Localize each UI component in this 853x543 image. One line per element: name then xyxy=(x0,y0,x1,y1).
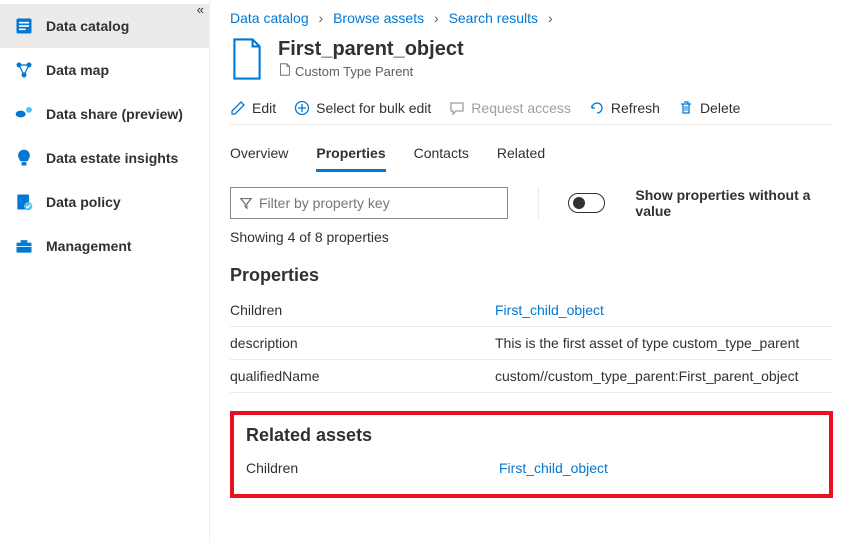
sidebar-item-data-estate-insights[interactable]: Data estate insights xyxy=(0,136,209,180)
document-icon xyxy=(230,38,264,80)
breadcrumb-link[interactable]: Data catalog xyxy=(230,10,309,26)
asset-title: First_parent_object xyxy=(278,38,464,61)
sidebar-item-label: Data policy xyxy=(46,194,121,210)
toggle-knob xyxy=(573,197,585,209)
chevron-right-icon: › xyxy=(434,10,439,26)
breadcrumb: Data catalog › Browse assets › Search re… xyxy=(230,8,833,38)
sidebar-item-label: Data map xyxy=(46,62,109,78)
breadcrumb-link[interactable]: Browse assets xyxy=(333,10,424,26)
collapse-sidebar-button[interactable]: « xyxy=(197,2,201,17)
showing-count: Showing 4 of 8 properties xyxy=(230,229,833,245)
subtype-icon xyxy=(278,63,291,79)
sidebar-item-data-catalog[interactable]: Data catalog xyxy=(0,4,209,48)
edit-button[interactable]: Edit xyxy=(230,100,276,116)
share-icon xyxy=(14,104,34,124)
sidebar-item-label: Data estate insights xyxy=(46,150,178,166)
related-key: Children xyxy=(246,460,499,476)
chat-icon xyxy=(449,100,465,116)
management-icon xyxy=(14,236,34,256)
tab-overview[interactable]: Overview xyxy=(230,137,288,172)
catalog-icon xyxy=(14,16,34,36)
filter-icon xyxy=(239,196,253,210)
related-section-title: Related assets xyxy=(246,425,817,446)
property-value: This is the first asset of type custom_t… xyxy=(495,335,833,351)
sidebar-item-data-share[interactable]: Data share (preview) xyxy=(0,92,209,136)
property-value-link[interactable]: First_child_object xyxy=(495,302,604,318)
sidebar-item-data-map[interactable]: Data map xyxy=(0,48,209,92)
tab-contacts[interactable]: Contacts xyxy=(414,137,469,172)
property-row: description This is the first asset of t… xyxy=(230,327,833,360)
show-empty-toggle[interactable] xyxy=(568,193,605,213)
property-value: custom//custom_type_parent:First_parent_… xyxy=(495,368,833,384)
property-key: description xyxy=(230,335,495,351)
sidebar-item-data-policy[interactable]: Data policy xyxy=(0,180,209,224)
main-content: Data catalog › Browse assets › Search re… xyxy=(210,0,853,543)
property-key: Children xyxy=(230,302,495,318)
asset-subtype: Custom Type Parent xyxy=(278,63,464,79)
related-value-link[interactable]: First_child_object xyxy=(499,460,608,476)
chevron-right-icon: › xyxy=(548,10,553,26)
property-key: qualifiedName xyxy=(230,368,495,384)
properties-section-title: Properties xyxy=(230,265,833,286)
chevron-right-icon: › xyxy=(319,10,324,26)
filter-input[interactable] xyxy=(259,195,499,211)
refresh-button[interactable]: Refresh xyxy=(589,100,660,116)
insights-icon xyxy=(14,148,34,168)
policy-icon xyxy=(14,192,34,212)
divider xyxy=(538,187,539,219)
trash-icon xyxy=(678,100,694,116)
plus-circle-icon xyxy=(294,100,310,116)
sidebar-item-label: Data catalog xyxy=(46,18,129,34)
sidebar-item-label: Management xyxy=(46,238,132,254)
toolbar: Edit Select for bulk edit Request access… xyxy=(230,94,833,125)
tab-properties[interactable]: Properties xyxy=(316,137,385,172)
toggle-label: Show properties without a value xyxy=(635,187,833,219)
filter-input-container[interactable] xyxy=(230,187,508,219)
delete-button[interactable]: Delete xyxy=(678,100,740,116)
edit-icon xyxy=(230,100,246,116)
asset-header: First_parent_object Custom Type Parent xyxy=(230,38,833,80)
property-row: Children First_child_object xyxy=(230,294,833,327)
request-access-button: Request access xyxy=(449,100,571,116)
filter-row: Show properties without a value xyxy=(230,187,833,219)
tab-related[interactable]: Related xyxy=(497,137,545,172)
refresh-icon xyxy=(589,100,605,116)
property-row: qualifiedName custom//custom_type_parent… xyxy=(230,360,833,393)
tabs: Overview Properties Contacts Related xyxy=(230,137,833,173)
breadcrumb-link[interactable]: Search results xyxy=(449,10,538,26)
related-row: Children First_child_object xyxy=(246,454,817,476)
related-assets-box: Related assets Children First_child_obje… xyxy=(230,411,833,498)
sidebar-item-label: Data share (preview) xyxy=(46,106,183,122)
sidebar-item-management[interactable]: Management xyxy=(0,224,209,268)
map-icon xyxy=(14,60,34,80)
select-bulk-button[interactable]: Select for bulk edit xyxy=(294,100,431,116)
sidebar: « Data catalog Data map Data share (prev… xyxy=(0,0,210,543)
